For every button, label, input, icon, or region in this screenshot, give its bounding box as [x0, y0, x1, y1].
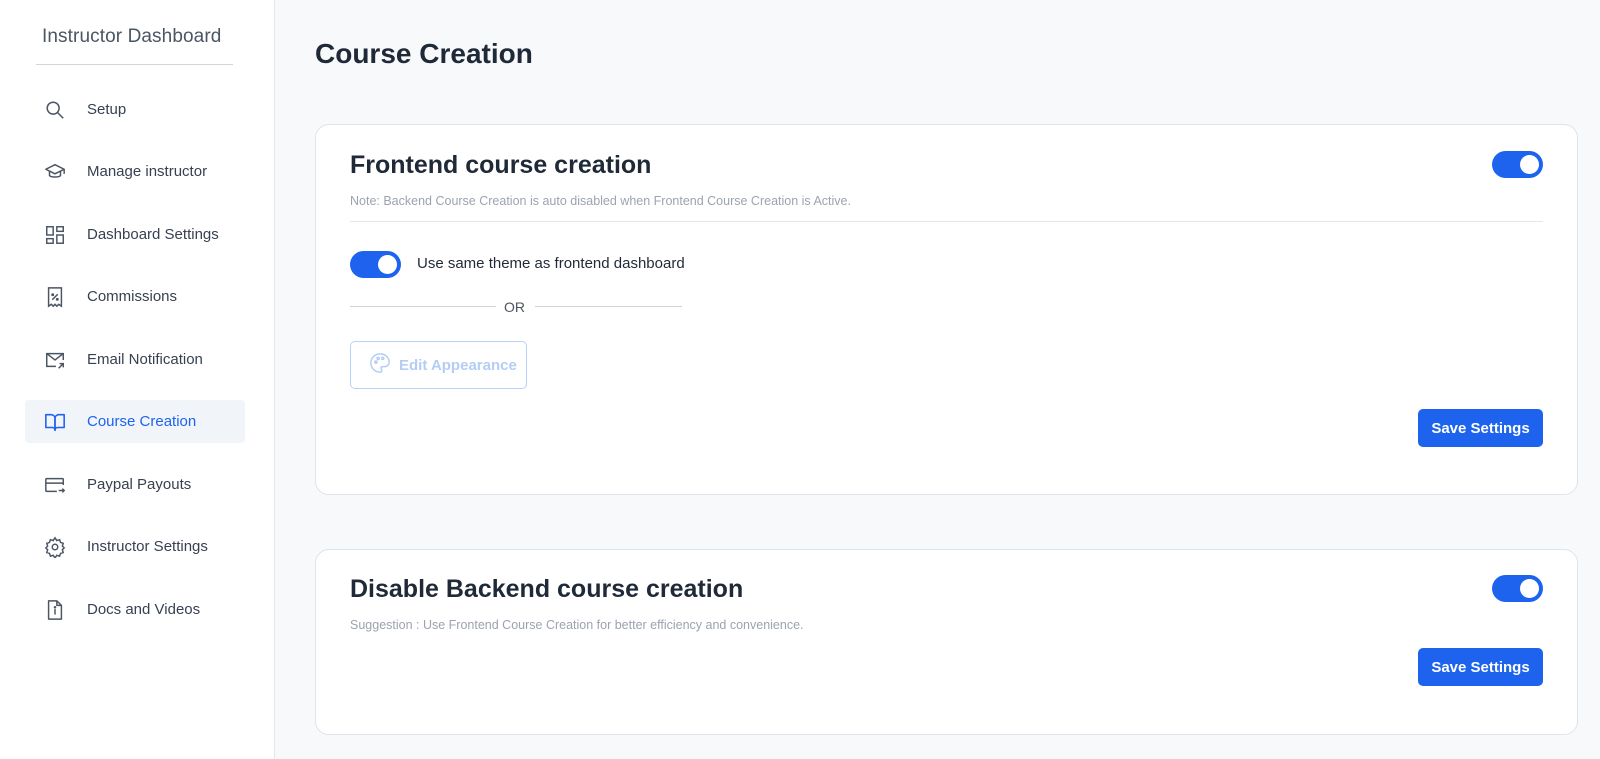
toggle-knob [1520, 155, 1539, 174]
card-title: Frontend course creation [350, 151, 652, 179]
same-theme-label: Use same theme as frontend dashboard [417, 255, 685, 272]
edit-appearance-button[interactable]: Edit Appearance [350, 341, 527, 389]
gear-icon [43, 535, 67, 559]
dashboard-grid-icon [43, 223, 67, 247]
mail-arrow-icon [43, 348, 67, 372]
sidebar: Instructor Dashboard Setup Manage instru… [0, 0, 275, 759]
document-info-icon [43, 598, 67, 622]
or-divider-right [535, 306, 682, 307]
page-title: Course Creation [315, 38, 533, 69]
or-text: OR [504, 299, 525, 315]
sidebar-item-label: Paypal Payouts [87, 476, 192, 493]
sidebar-item-email-notification[interactable]: Email Notification [25, 338, 245, 381]
or-divider-left [350, 306, 496, 307]
sidebar-item-setup[interactable]: Setup [25, 88, 245, 131]
palette-icon [369, 352, 391, 379]
frontend-course-creation-toggle[interactable] [1492, 151, 1543, 178]
sidebar-item-dashboard-settings[interactable]: Dashboard Settings [25, 213, 245, 256]
credit-card-transfer-icon [43, 473, 67, 497]
graduation-cap-icon [43, 160, 67, 184]
sidebar-item-docs-and-videos[interactable]: Docs and Videos [25, 588, 245, 631]
save-settings-button[interactable]: Save Settings [1418, 648, 1543, 686]
edit-appearance-label: Edit Appearance [399, 356, 517, 374]
same-theme-toggle[interactable] [350, 251, 401, 278]
sidebar-item-label: Dashboard Settings [87, 226, 219, 243]
sidebar-item-commissions[interactable]: Commissions [25, 275, 245, 318]
disable-backend-toggle[interactable] [1492, 575, 1543, 602]
card-title: Disable Backend course creation [350, 575, 744, 603]
sidebar-item-manage-instructor[interactable]: Manage instructor [25, 150, 245, 193]
sidebar-item-label: Manage instructor [87, 163, 208, 180]
book-open-icon [43, 410, 67, 434]
sidebar-item-label: Commissions [87, 288, 178, 305]
sidebar-item-label: Setup [87, 101, 127, 118]
sidebar-divider [36, 64, 233, 65]
card-note: Suggestion : Use Frontend Course Creatio… [350, 618, 804, 632]
sidebar-item-label: Instructor Settings [87, 538, 208, 555]
sidebar-item-label: Email Notification [87, 351, 203, 368]
sidebar-item-label: Course Creation [87, 413, 197, 430]
toggle-knob [1520, 579, 1539, 598]
card-note: Note: Backend Course Creation is auto di… [350, 194, 851, 208]
card-divider [350, 221, 1543, 222]
backend-course-creation-card: Disable Backend course creation Suggesti… [315, 549, 1578, 735]
save-settings-button[interactable]: Save Settings [1418, 409, 1543, 447]
main-content: Course Creation Frontend course creation… [276, 0, 1600, 759]
percent-receipt-icon [43, 285, 67, 309]
sidebar-item-course-creation[interactable]: Course Creation [25, 400, 245, 443]
search-icon [43, 98, 67, 122]
sidebar-item-instructor-settings[interactable]: Instructor Settings [25, 525, 245, 568]
frontend-course-creation-card: Frontend course creation Note: Backend C… [315, 124, 1578, 495]
toggle-knob [378, 255, 397, 274]
sidebar-title: Instructor Dashboard [42, 26, 222, 47]
sidebar-item-label: Docs and Videos [87, 601, 201, 618]
sidebar-item-paypal-payouts[interactable]: Paypal Payouts [25, 463, 245, 506]
